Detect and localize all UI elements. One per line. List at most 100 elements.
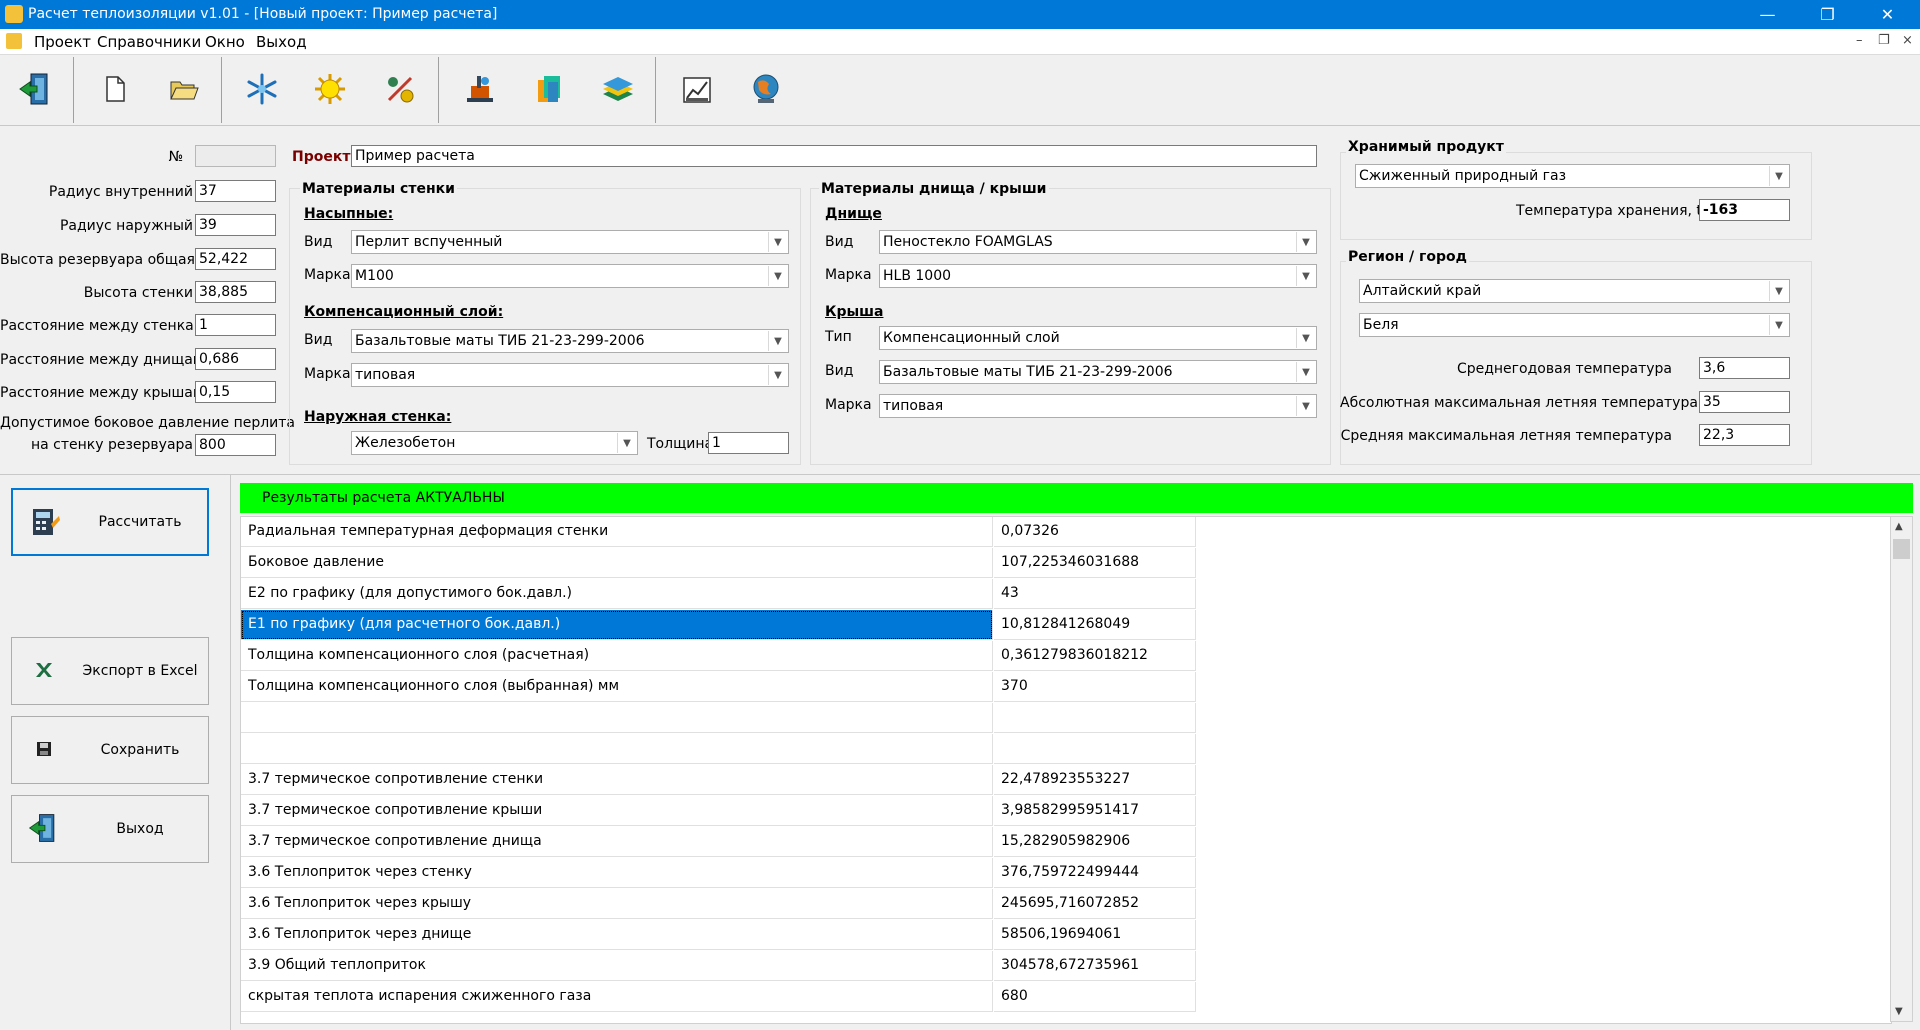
results-scrollbar[interactable]: ▲ ▼: [1890, 516, 1913, 1022]
roof-kind-select[interactable]: Базальтовые маты ТИБ 21-23-299-2006 ▼: [879, 360, 1317, 384]
comp-kind-select[interactable]: Базальтовые маты ТИБ 21-23-299-2006 ▼: [351, 329, 789, 353]
table-row[interactable]: скрытая теплота испарения сжиженного газ…: [241, 982, 1196, 1013]
scroll-thumb[interactable]: [1893, 539, 1910, 559]
exit-button[interactable]: Выход: [11, 795, 209, 863]
storage-temp-field[interactable]: -163: [1699, 199, 1790, 221]
result-name-cell[interactable]: E2 по графику (для допустимого бок.давл.…: [241, 579, 993, 609]
mdi-minimize-button[interactable]: –: [1856, 33, 1863, 48]
globe-icon[interactable]: [740, 63, 792, 115]
close-button[interactable]: ✕: [1860, 0, 1915, 29]
table-row[interactable]: Радиальная температурная деформация стен…: [241, 517, 1196, 548]
open-folder-icon[interactable]: [158, 63, 210, 115]
r-out-field[interactable]: 39: [195, 214, 276, 236]
table-row[interactable]: E2 по графику (для допустимого бок.давл.…: [241, 579, 1196, 610]
d-bottoms-field[interactable]: 0,686: [195, 348, 276, 370]
result-value-cell[interactable]: 10,812841268049: [994, 610, 1196, 640]
result-name-cell[interactable]: E1 по графику (для расчетного бок.давл.): [241, 610, 993, 640]
result-value-cell[interactable]: 43: [994, 579, 1196, 609]
layers-book-icon[interactable]: [523, 63, 575, 115]
scroll-up-icon[interactable]: ▲: [1895, 521, 1903, 532]
result-name-cell[interactable]: 3.6 Теплоприток через днище: [241, 920, 993, 950]
building-icon[interactable]: [454, 63, 506, 115]
result-name-cell[interactable]: 3.7 термическое сопротивление стенки: [241, 765, 993, 795]
project-name-field[interactable]: Пример расчета: [351, 145, 1317, 167]
menu-references[interactable]: Справочники: [97, 33, 201, 51]
d-roofs-field[interactable]: 0,15: [195, 381, 276, 403]
result-value-cell[interactable]: 58506,19694061: [994, 920, 1196, 950]
snowflake-icon[interactable]: [236, 63, 288, 115]
result-value-cell[interactable]: 376,759722499444: [994, 858, 1196, 888]
table-row[interactable]: [241, 734, 1196, 765]
table-row[interactable]: E1 по графику (для расчетного бок.давл.)…: [241, 610, 1196, 641]
product-select[interactable]: Сжиженный природный газ ▼: [1355, 164, 1790, 188]
result-value-cell[interactable]: 0,07326: [994, 517, 1196, 547]
result-value-cell[interactable]: 3,98582995951417: [994, 796, 1196, 826]
layers-stack-icon[interactable]: [592, 63, 644, 115]
table-row[interactable]: 3.7 термическое сопротивление днища 15,28…: [241, 827, 1196, 858]
avgmax-temp-field[interactable]: 22,3: [1699, 424, 1790, 446]
bottom-kind-select[interactable]: Пеностекло FOAMGLAS ▼: [879, 230, 1317, 254]
table-row[interactable]: 3.9 Общий теплоприток 304578,672735961: [241, 951, 1196, 982]
h-total-field[interactable]: 52,422: [195, 248, 276, 270]
result-name-cell[interactable]: 3.7 термическое сопротивление днища: [241, 827, 993, 857]
result-name-cell[interactable]: [241, 703, 993, 733]
h-wall-field[interactable]: 38,885: [195, 281, 276, 303]
result-value-cell[interactable]: 15,282905982906: [994, 827, 1196, 857]
roof-type-select[interactable]: Компенсационный слой ▼: [879, 326, 1317, 350]
table-row[interactable]: Толщина компенсационного слоя (расчетная…: [241, 641, 1196, 672]
roof-mark-select[interactable]: типовая ▼: [879, 394, 1317, 418]
result-value-cell[interactable]: [994, 703, 1196, 733]
table-row[interactable]: 3.7 термическое сопротивление крыши 3,985…: [241, 796, 1196, 827]
result-value-cell[interactable]: 22,478923553227: [994, 765, 1196, 795]
sun-icon[interactable]: [304, 63, 356, 115]
bottom-mark-select[interactable]: HLB 1000 ▼: [879, 264, 1317, 288]
table-row[interactable]: 3.6 Теплоприток через днище 58506,1969406…: [241, 920, 1196, 951]
table-row[interactable]: 3.6 Теплоприток через стенку 376,75972249…: [241, 858, 1196, 889]
result-name-cell[interactable]: 3.6 Теплоприток через крышу: [241, 889, 993, 919]
minimize-button[interactable]: —: [1740, 0, 1795, 29]
exit-icon[interactable]: [10, 63, 62, 115]
result-value-cell[interactable]: [994, 734, 1196, 764]
region-select[interactable]: Алтайский край ▼: [1359, 279, 1790, 303]
calculate-button[interactable]: Рассчитать: [11, 488, 209, 556]
bulk-kind-select[interactable]: Перлит вспученный ▼: [351, 230, 789, 254]
thickness-field[interactable]: 1: [708, 432, 789, 454]
result-value-cell[interactable]: 0,361279836018212: [994, 641, 1196, 671]
export-excel-button[interactable]: Экспорт в Excel: [11, 637, 209, 705]
menu-exit[interactable]: Выход: [256, 33, 307, 51]
city-select[interactable]: Беля ▼: [1359, 313, 1790, 337]
comp-mark-select[interactable]: типовая ▼: [351, 363, 789, 387]
d-walls-field[interactable]: 1: [195, 314, 276, 336]
save-button[interactable]: Сохранить: [11, 716, 209, 784]
mdi-restore-button[interactable]: ❐: [1878, 33, 1890, 48]
new-file-icon[interactable]: [89, 63, 141, 115]
menu-project[interactable]: Проект: [34, 33, 91, 51]
bulk-mark-select[interactable]: M100 ▼: [351, 264, 789, 288]
result-name-cell[interactable]: Толщина компенсационного слоя (расчетная…: [241, 641, 993, 671]
table-row[interactable]: Боковое давление 107,225346031688: [241, 548, 1196, 579]
result-name-cell[interactable]: 3.7 термическое сопротивление крыши: [241, 796, 993, 826]
chart-report-icon[interactable]: [671, 63, 723, 115]
table-row[interactable]: Толщина компенсационного слоя (выбранная…: [241, 672, 1196, 703]
avg-temp-field[interactable]: 3,6: [1699, 357, 1790, 379]
scroll-down-icon[interactable]: ▼: [1895, 1006, 1903, 1017]
table-row[interactable]: 3.7 термическое сопротивление стенки 22,4…: [241, 765, 1196, 796]
r-in-field[interactable]: 37: [195, 180, 276, 202]
result-name-cell[interactable]: Радиальная температурная деформация стен…: [241, 517, 993, 547]
result-value-cell[interactable]: 304578,672735961: [994, 951, 1196, 981]
pressure-field[interactable]: 800: [195, 434, 276, 456]
result-name-cell[interactable]: Боковое давление: [241, 548, 993, 578]
table-row[interactable]: [241, 703, 1196, 734]
result-name-cell[interactable]: 3.9 Общий теплоприток: [241, 951, 993, 981]
result-name-cell[interactable]: Толщина компенсационного слоя (выбранная…: [241, 672, 993, 702]
outer-wall-select[interactable]: Железобетон ▼: [351, 431, 638, 455]
mdi-close-button[interactable]: ×: [1902, 33, 1913, 48]
result-value-cell[interactable]: 370: [994, 672, 1196, 702]
result-name-cell[interactable]: 3.6 Теплоприток через стенку: [241, 858, 993, 888]
result-name-cell[interactable]: [241, 734, 993, 764]
result-value-cell[interactable]: 107,225346031688: [994, 548, 1196, 578]
result-value-cell[interactable]: 680: [994, 982, 1196, 1012]
table-row[interactable]: 3.6 Теплоприток через крышу 245695,716072…: [241, 889, 1196, 920]
result-value-cell[interactable]: 245695,716072852: [994, 889, 1196, 919]
result-name-cell[interactable]: скрытая теплота испарения сжиженного газ…: [241, 982, 993, 1012]
